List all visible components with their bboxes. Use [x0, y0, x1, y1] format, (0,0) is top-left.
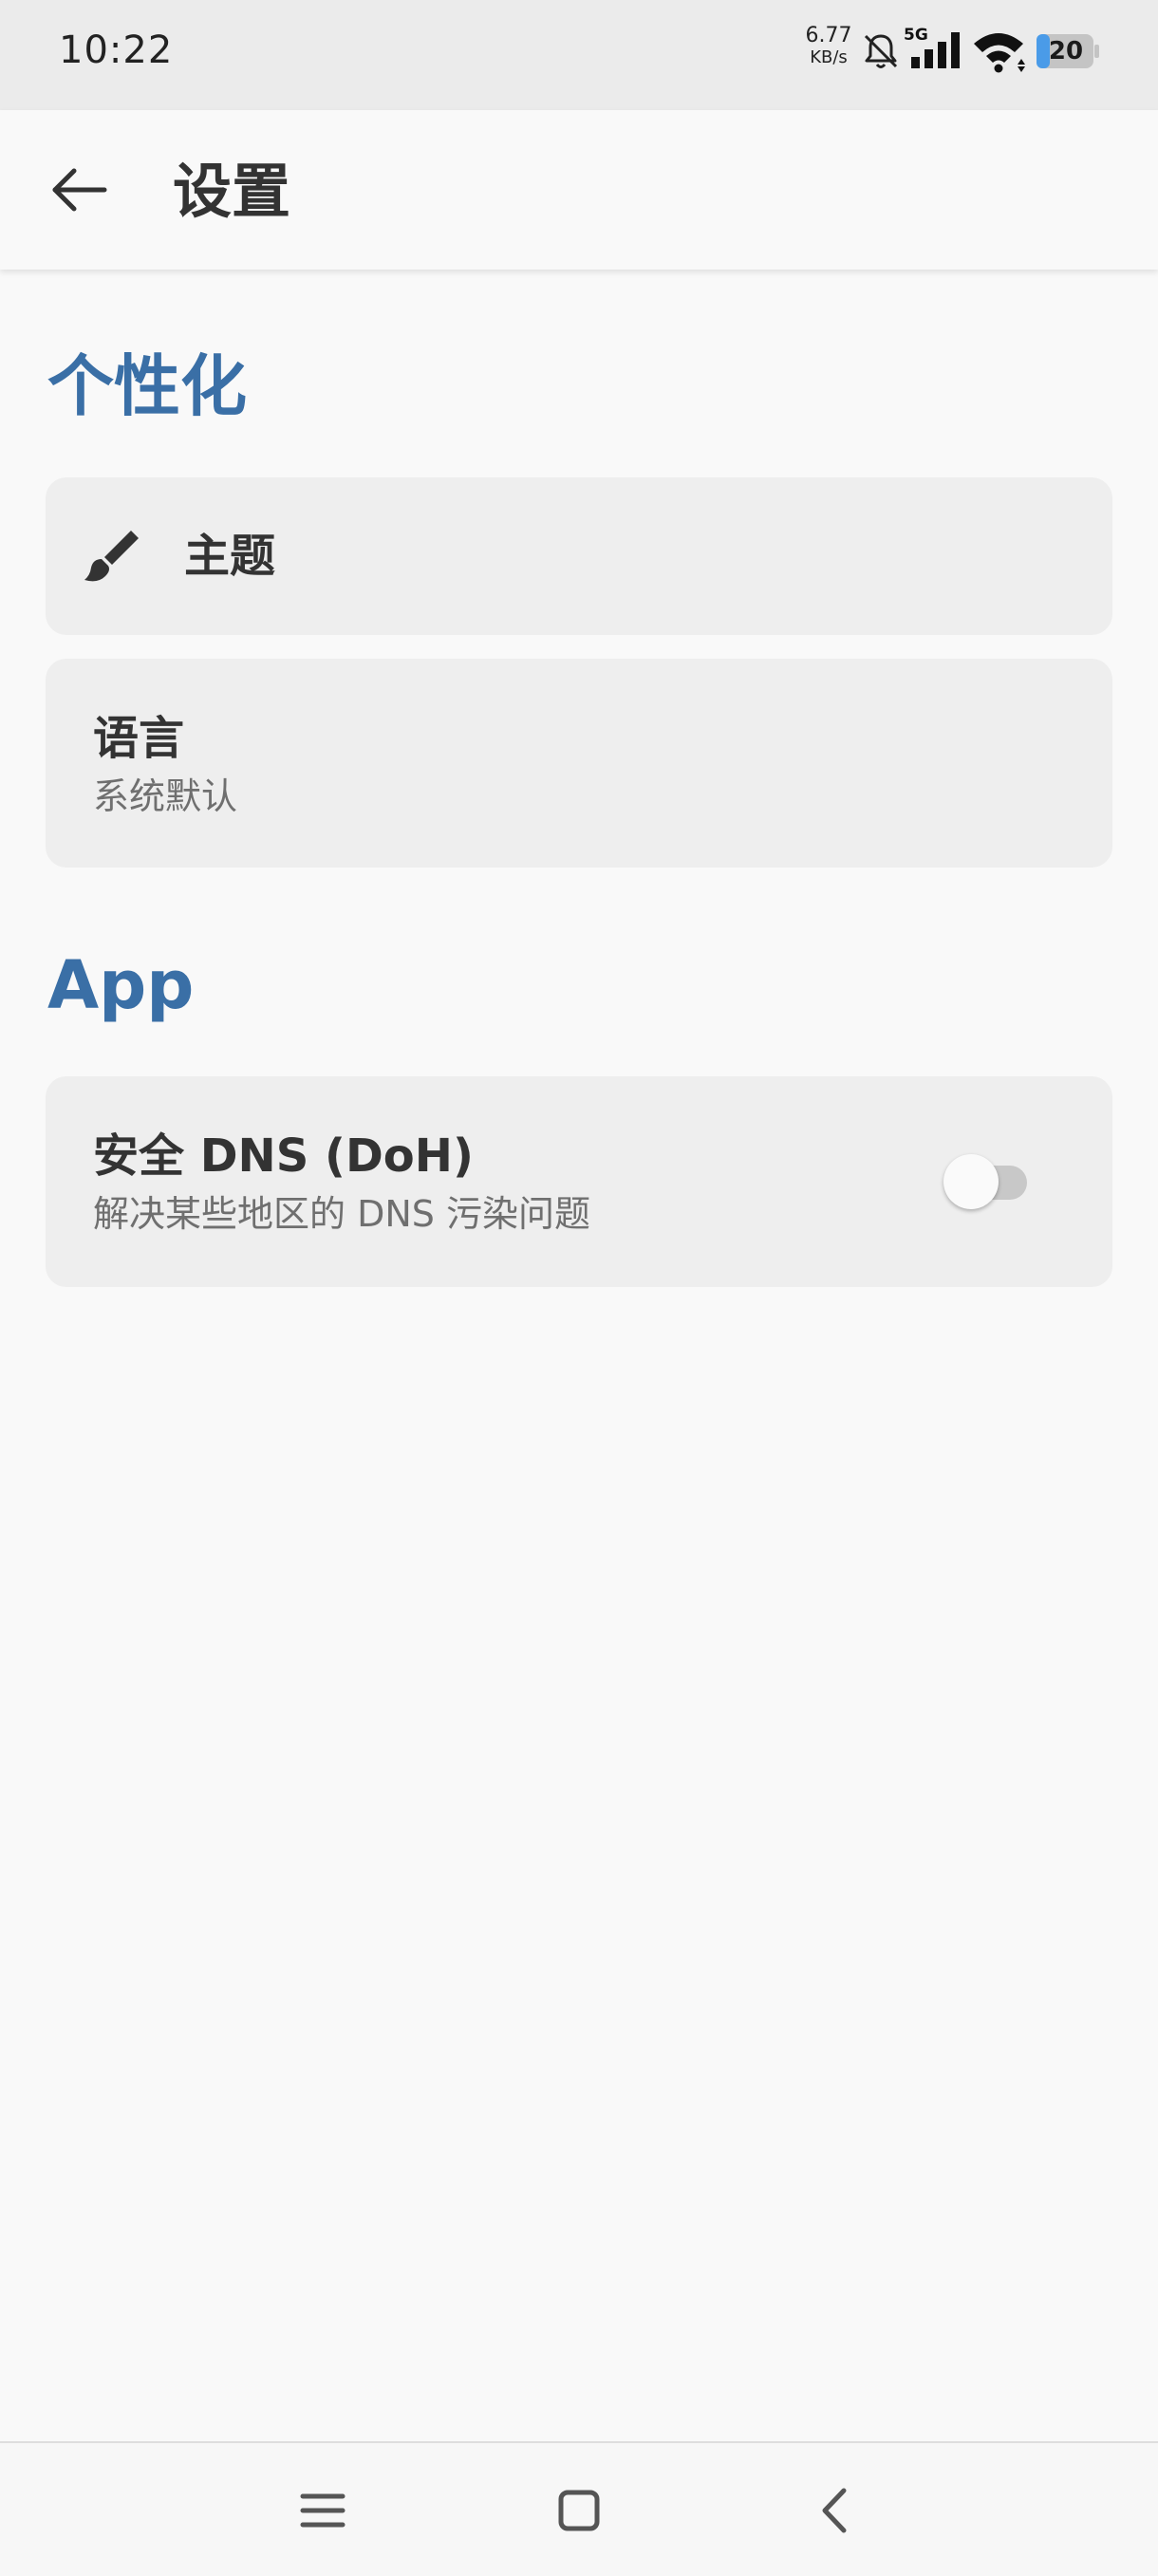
section-header-app: App — [47, 946, 195, 1024]
network-type-label: 5G — [904, 26, 928, 45]
secure-dns-title: 安全 DNS (DoH) — [93, 1129, 474, 1183]
net-speed: 6.77 KB/s — [805, 25, 852, 68]
app-bar: 设置 — [0, 110, 1158, 270]
menu-icon[interactable] — [290, 2477, 356, 2544]
toggle-thumb — [943, 1154, 999, 1209]
secure-dns-setting-item[interactable]: 安全 DNS (DoH) 解决某些地区的 DNS 污染问题 — [46, 1076, 1112, 1287]
section-header-personalization: 个性化 — [47, 347, 247, 425]
battery-level: 20 — [1048, 37, 1084, 65]
theme-setting-item[interactable]: 主题 — [46, 477, 1112, 635]
status-time: 10:22 — [59, 28, 174, 72]
net-speed-value: 6.77 — [805, 24, 852, 47]
page-title: 设置 — [173, 157, 291, 226]
cellular-signal-icon: 5G — [904, 26, 960, 68]
language-title: 语言 — [93, 712, 185, 765]
arrow-left-icon[interactable] — [42, 159, 118, 220]
wifi-icon — [974, 33, 1025, 73]
home-square-icon[interactable] — [546, 2477, 612, 2544]
secure-dns-toggle[interactable] — [938, 1150, 1042, 1211]
language-subtitle: 系统默认 — [93, 775, 238, 817]
language-setting-item[interactable]: 语言 系统默认 — [46, 659, 1112, 868]
net-speed-unit: KB/s — [810, 47, 848, 67]
navigation-bar — [0, 2441, 1158, 2576]
theme-title: 主题 — [184, 530, 276, 583]
back-chevron-icon[interactable] — [802, 2477, 868, 2544]
status-bar: 10:22 6.77 KB/s 5G 20 — [0, 0, 1158, 110]
brush-icon — [84, 531, 139, 582]
secure-dns-subtitle: 解决某些地区的 DNS 污染问题 — [93, 1193, 590, 1235]
bell-muted-icon — [864, 34, 898, 68]
